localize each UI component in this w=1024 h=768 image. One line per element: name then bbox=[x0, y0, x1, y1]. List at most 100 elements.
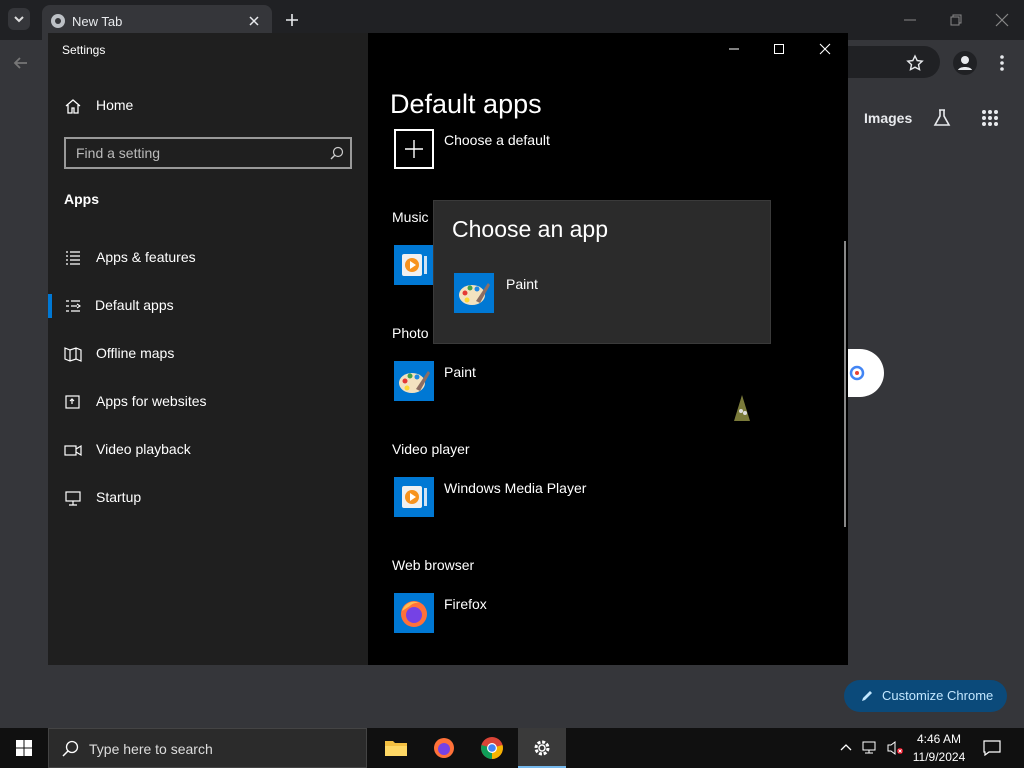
plus-tile bbox=[394, 129, 434, 169]
media-player-icon bbox=[402, 254, 427, 276]
profile-avatar[interactable] bbox=[953, 51, 977, 75]
chrome-icon bbox=[481, 737, 503, 759]
settings-content: Default apps Choose a default Music Phot… bbox=[368, 33, 848, 665]
media-player-icon bbox=[402, 486, 427, 508]
find-setting-search[interactable]: Find a setting bbox=[64, 137, 352, 169]
nav-apps-for-websites-label: Apps for websites bbox=[96, 393, 207, 409]
customize-chrome-label: Customize Chrome bbox=[882, 688, 994, 703]
chrome-restore-icon[interactable] bbox=[948, 12, 964, 28]
windows-start-icon[interactable] bbox=[16, 740, 32, 756]
network-icon[interactable] bbox=[862, 740, 880, 756]
back-icon[interactable] bbox=[12, 54, 30, 72]
section-title: Apps bbox=[64, 191, 99, 207]
home-icon bbox=[65, 99, 81, 114]
nav-video-playback[interactable]: Video playback bbox=[48, 430, 368, 470]
close-icon[interactable] bbox=[819, 43, 831, 55]
map-icon bbox=[64, 347, 82, 362]
active-indicator bbox=[48, 294, 52, 318]
flyout-option-icon-tile bbox=[454, 273, 494, 313]
nav-apps-features[interactable]: Apps & features bbox=[48, 238, 368, 278]
default-apps-icon bbox=[66, 300, 81, 312]
settings-window: Settings Home Find a setting Apps Apps &… bbox=[48, 33, 848, 665]
nav-default-apps[interactable]: Default apps bbox=[48, 286, 368, 326]
nav-home[interactable]: Home bbox=[48, 86, 368, 126]
paint-icon bbox=[399, 371, 430, 393]
taskbar-settings-active[interactable] bbox=[518, 728, 566, 768]
taskbar-chrome[interactable] bbox=[472, 728, 512, 768]
maximize-icon[interactable] bbox=[773, 43, 785, 55]
close-icon[interactable] bbox=[248, 15, 260, 27]
section-web-browser: Web browser bbox=[392, 557, 475, 573]
video-default-app[interactable] bbox=[394, 477, 434, 517]
taskbar-file-explorer[interactable] bbox=[376, 728, 416, 768]
nav-home-label: Home bbox=[96, 97, 134, 113]
bookmark-star-icon[interactable] bbox=[906, 54, 924, 72]
nav-startup-label: Startup bbox=[96, 489, 142, 505]
taskbar-firefox[interactable] bbox=[424, 728, 464, 768]
tab-search-button[interactable] bbox=[8, 8, 30, 30]
chrome-menu-icon[interactable] bbox=[994, 54, 1010, 72]
nav-offline-maps[interactable]: Offline maps bbox=[48, 334, 368, 374]
photo-app-label: Paint bbox=[444, 364, 476, 380]
nav-offline-maps-label: Offline maps bbox=[96, 345, 175, 361]
search-icon bbox=[62, 740, 79, 757]
monitor-icon bbox=[65, 491, 81, 506]
gear-icon bbox=[534, 740, 550, 756]
notification-icon[interactable] bbox=[983, 740, 1001, 756]
choose-default-label: Choose a default bbox=[444, 132, 550, 148]
flyout-option-label: Paint bbox=[506, 276, 538, 292]
nav-default-apps-label: Default apps bbox=[95, 297, 174, 313]
music-default-app[interactable] bbox=[394, 245, 434, 285]
person-icon bbox=[958, 56, 972, 70]
search-placeholder: Find a setting bbox=[76, 145, 161, 161]
pencil-icon bbox=[862, 691, 872, 701]
scrollbar[interactable] bbox=[844, 241, 846, 527]
video-icon bbox=[64, 444, 82, 457]
nav-apps-for-websites[interactable]: Apps for websites bbox=[48, 382, 368, 422]
open-external-icon bbox=[65, 395, 80, 409]
google-lens-icon[interactable] bbox=[848, 364, 866, 382]
taskbar: Type here to search 4:46 AM 11/9/2024 bbox=[0, 728, 1024, 768]
minimize-icon[interactable] bbox=[728, 43, 740, 55]
clock-date[interactable]: 11/9/2024 bbox=[911, 750, 967, 764]
nav-startup[interactable]: Startup bbox=[48, 478, 368, 518]
settings-sidebar: Settings Home Find a setting Apps Apps &… bbox=[48, 33, 368, 665]
flyout-title: Choose an app bbox=[452, 216, 609, 242]
chrome-close-icon[interactable] bbox=[994, 12, 1010, 28]
firefox-icon bbox=[434, 738, 454, 758]
clock-time[interactable]: 4:46 AM bbox=[916, 732, 962, 746]
window-title: Settings bbox=[62, 43, 106, 57]
browser-app-label: Firefox bbox=[444, 596, 487, 612]
photo-default-app[interactable] bbox=[394, 361, 434, 401]
chrome-logo-icon bbox=[51, 14, 65, 28]
volume-muted-icon[interactable] bbox=[886, 740, 904, 756]
labs-flask-icon[interactable] bbox=[932, 108, 952, 128]
nav-video-playback-label: Video playback bbox=[96, 441, 191, 457]
taskbar-search-box[interactable]: Type here to search bbox=[48, 728, 367, 768]
images-link[interactable]: Images bbox=[864, 110, 912, 126]
firefox-icon bbox=[401, 601, 427, 627]
apps-grid-icon[interactable] bbox=[981, 109, 999, 127]
chevron-up-icon[interactable] bbox=[840, 742, 852, 754]
cursor-icon bbox=[734, 395, 750, 421]
chevron-down-icon bbox=[14, 16, 24, 23]
browser-default-app[interactable] bbox=[394, 593, 434, 633]
folder-icon bbox=[385, 741, 407, 756]
chrome-minimize-icon[interactable] bbox=[902, 12, 918, 28]
taskbar-search-placeholder: Type here to search bbox=[89, 741, 213, 757]
video-app-label: Windows Media Player bbox=[444, 480, 587, 496]
customize-chrome-button[interactable]: Customize Chrome bbox=[844, 680, 1007, 712]
tab-title: New Tab bbox=[72, 14, 123, 29]
paint-icon bbox=[459, 283, 490, 305]
new-tab-button[interactable] bbox=[284, 12, 300, 28]
list-icon bbox=[66, 251, 80, 265]
section-music: Music bbox=[392, 209, 429, 225]
section-photo: Photo bbox=[392, 325, 429, 341]
search-icon bbox=[330, 146, 344, 160]
page-title: Default apps bbox=[390, 89, 542, 119]
plus-icon bbox=[405, 140, 423, 158]
choose-app-flyout: Choose an app Paint bbox=[433, 200, 771, 344]
section-video-player: Video player bbox=[392, 441, 470, 457]
flyout-option-paint[interactable]: Paint bbox=[454, 273, 754, 313]
choose-default-button[interactable]: Choose a default bbox=[394, 129, 674, 173]
